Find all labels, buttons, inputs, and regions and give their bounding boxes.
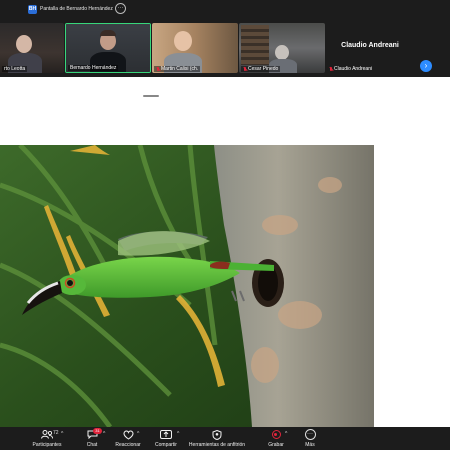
participant-name: Claudio Andreani [329,66,372,72]
share-screen-button[interactable]: ^ Compartir [150,429,182,449]
reactions-button[interactable]: ^ Reaccionar [112,429,144,449]
participant-tile[interactable]: rto Leotta [0,23,64,73]
shared-screen-content [0,145,374,427]
share-caret-icon[interactable]: ^ [177,431,179,437]
participant-name: Martin Calisi (ch. [154,66,201,72]
record-label: Grabar [268,442,284,448]
shield-icon [210,429,224,440]
participant-display-name: Claudio Andreani [341,42,399,49]
participants-label: Participantes [32,442,62,448]
participant-tile[interactable]: Martin Calisi (ch. [152,23,238,73]
participants-icon [40,429,54,440]
screen-share-indicator[interactable]: BH Pantalla de Bernardo Hernández [24,3,117,15]
participant-name: Bernardo Hernández [68,65,119,71]
share-options-button[interactable]: ··· [115,3,126,14]
muted-mic-icon [329,66,333,72]
strip-resize-handle[interactable] [143,95,159,97]
participant-name: rto Leotta [2,66,28,72]
participant-tile-active[interactable]: Bernardo Hernández [65,23,151,73]
meeting-top-bar: BH Pantalla de Bernardo Hernández ··· [0,0,450,20]
record-icon [269,429,283,440]
presenter-avatar: BH [28,4,37,14]
participant-tile[interactable]: Cesar Pinedo [239,23,325,73]
chat-caret-icon[interactable]: ^ [103,431,105,437]
reactions-caret-icon[interactable]: ^ [137,431,139,437]
record-caret-icon[interactable]: ^ [285,431,287,437]
host-tools-button[interactable]: Herramientas de anfitrión [186,429,248,449]
meeting-controls-toolbar: 72 ^ Participantes 31 ^ Chat ^ Reacciona… [0,427,450,450]
participants-count: 72 [53,430,59,436]
participants-button[interactable]: 72 ^ Participantes [28,429,66,449]
host-tools-label: Herramientas de anfitrión [188,442,246,448]
muted-mic-icon [243,66,247,72]
record-button[interactable]: ^ Grabar [262,429,290,449]
muted-mic-icon [156,66,160,72]
more-label: Más [305,442,315,448]
participant-tile-camera-off[interactable]: Claudio Andreani Claudio Andreani [327,23,413,73]
chat-label: Chat [86,442,98,448]
share-screen-icon [159,429,173,440]
participant-name: Cesar Pinedo [241,66,281,72]
share-screen-label: Compartir [155,442,177,448]
participants-caret-icon[interactable]: ^ [61,431,63,437]
heart-icon [121,429,135,440]
chat-button[interactable]: 31 ^ Chat [80,428,105,449]
reactions-label: Reaccionar [115,442,141,448]
chat-unread-badge: 31 [93,428,102,434]
strip-next-arrow-icon[interactable]: › [420,60,432,72]
screen-share-label: Pantalla de Bernardo Hernández [40,6,113,12]
toucanet-photo [0,145,374,427]
more-button[interactable]: ··· Más [300,429,320,449]
more-dots-icon: ··· [303,429,317,440]
